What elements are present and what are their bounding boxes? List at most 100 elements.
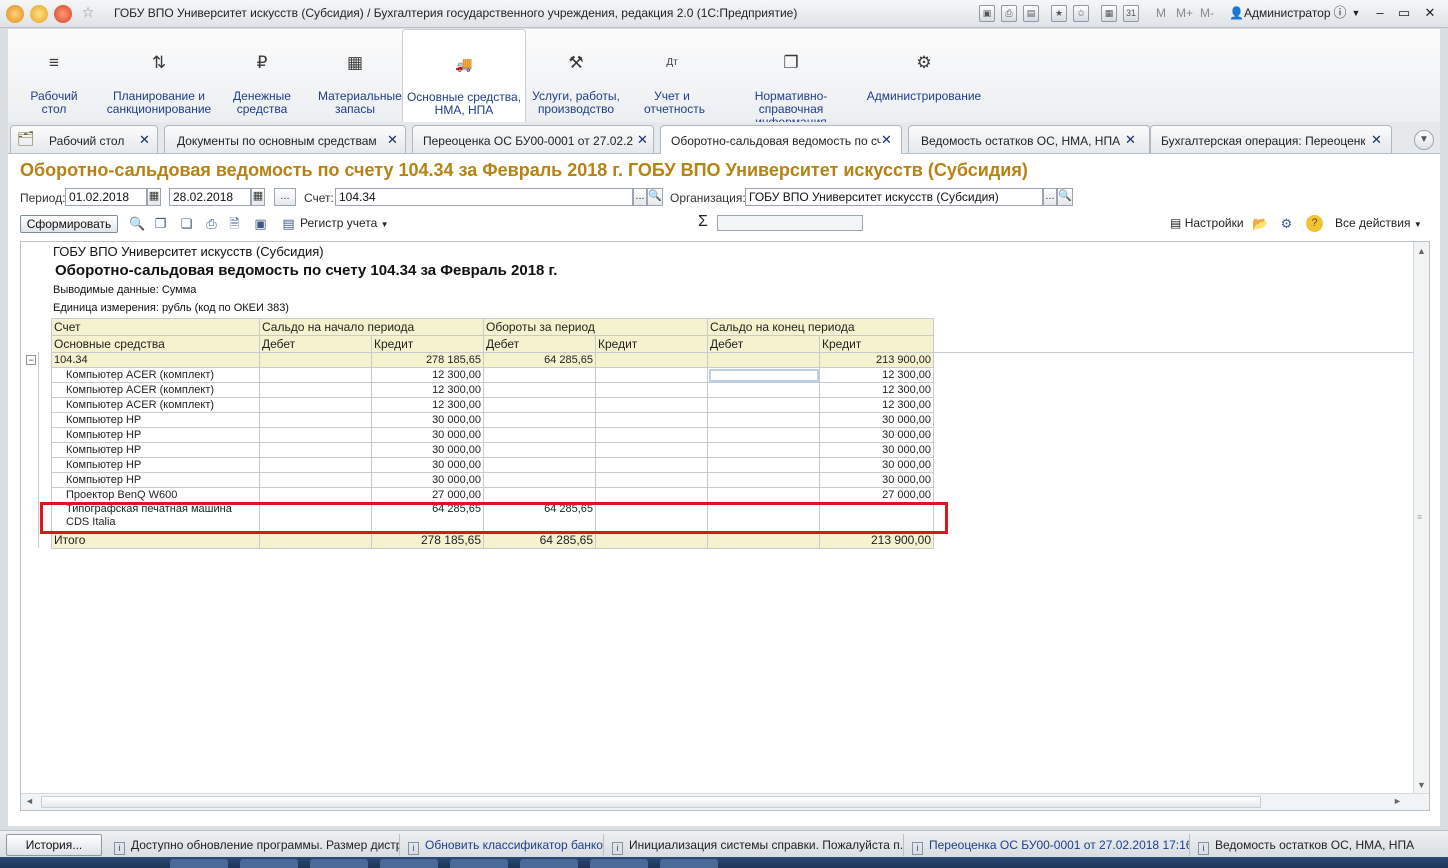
close-tab-icon[interactable]: ✕ [387,132,398,148]
close-tab-icon[interactable]: ✕ [139,132,150,148]
tab-accounting-operation[interactable]: Бухгалтерская операция: Переоценка... ✕ [1150,125,1392,153]
find-icon[interactable]: 🔍 [129,215,146,232]
tab-revaluation[interactable]: Переоценка ОС БУ00-0001 от 27.02.20... ✕ [412,125,654,153]
scroll-thumb-mark-icon[interactable]: ≡ [1417,512,1422,522]
tabs-more-chevron-icon[interactable]: ▼ [1414,130,1434,150]
info-menu-chevron-icon[interactable]: ▼ [1346,4,1366,22]
scroll-right-icon[interactable]: ► [1393,796,1402,806]
taskbar-item[interactable] [240,859,298,868]
calculator-icon[interactable]: ▦ [1101,5,1117,22]
vertical-scrollbar[interactable]: ▲ ≡ ▼ [1413,242,1429,794]
add-favorite-icon[interactable]: ★ [1051,5,1067,22]
register-dropdown[interactable]: Регистр учета ▼ [300,216,389,230]
memory-plus-button[interactable]: M+ [1176,6,1193,20]
app-logo-icon[interactable] [6,5,24,23]
table-row[interactable]: Компьютер ACER (комплект) 12 300,00 12 300… [51,397,935,413]
calendar-icon[interactable]: 31 [1123,5,1139,22]
print-icon[interactable]: ⎙ [203,215,220,232]
horizontal-scroll-thumb[interactable] [41,796,1261,808]
preview-icon[interactable]: ▤ [1023,5,1039,22]
date-to-input[interactable]: 28.02.2018 [169,188,251,206]
settings-button[interactable]: ▤ Настройки [1170,216,1244,230]
section-money[interactable]: ₽ Денежные средства [226,29,298,122]
table-row[interactable]: Компьютер ACER (комплект) 12 300,00 12 300… [51,382,935,398]
group-row[interactable]: 104.34 278 185,65 64 285,65 213 900,00 [51,352,935,368]
scroll-down-icon[interactable]: ▼ [1417,780,1426,790]
status-message[interactable]: i Инициализация системы справки. Пожалуйс… [608,834,904,856]
history-button[interactable]: История... [6,834,102,856]
section-planning[interactable]: ⇅ Планирование и санкционирование [104,29,214,122]
register-icon[interactable]: ▤ [280,215,297,232]
maximize-button[interactable]: ▭ [1394,4,1414,22]
organization-input[interactable]: ГОБУ ВПО Университет искусств (Субсидия) [745,188,1043,206]
close-tab-icon[interactable]: ✕ [1125,132,1136,148]
account-select-button[interactable]: ... [633,188,647,206]
close-tab-icon[interactable]: ✕ [1371,132,1382,148]
taskbar-item[interactable] [380,859,438,868]
calendar-picker-icon[interactable]: ▦ [147,188,161,206]
copy-icon[interactable]: ❐ [152,215,169,232]
total-row[interactable]: Итого 278 185,65 64 285,65 213 900,00 [51,532,935,549]
section-desktop[interactable]: ≡ Рабочий стол [18,29,90,122]
status-message[interactable]: i Переоценка ОС БУ00-0001 от 27.02.2018 1… [908,834,1190,856]
close-tab-icon[interactable]: ✕ [881,132,892,148]
status-message[interactable]: i Обновить классификатор банков [404,834,604,856]
help-icon[interactable]: ? [1306,215,1323,232]
save-icon[interactable]: ▣ [252,215,269,232]
tab-documents[interactable]: Документы по основным средствам ✕ [164,125,406,153]
taskbar-item[interactable] [660,859,718,868]
horizontal-scrollbar[interactable]: ◄ ► [21,793,1429,810]
period-select-button[interactable]: ... [274,188,296,206]
section-fixed-assets[interactable]: 🚚 Основные средства, НМА, НПА [402,29,526,122]
tab-asset-balance[interactable]: Ведомость остатков ОС, НМА, НПА ✕ [908,125,1150,153]
account-input[interactable]: 104.34 [335,188,633,206]
organization-select-button[interactable]: ... [1043,188,1057,206]
section-accounting[interactable]: Дт Учет и отчетность [636,29,708,122]
section-reference[interactable]: ❐ Нормативно-справочная информация [722,29,860,129]
current-user[interactable]: 👤Администратор [1229,6,1331,20]
generate-report-button[interactable]: Сформировать [20,215,118,233]
search-icon[interactable]: 🔍 [647,188,663,206]
scroll-up-icon[interactable]: ▲ [1417,246,1426,256]
print-preview-icon[interactable]: 🗎 [226,215,243,232]
save-icon[interactable]: ▣ [979,5,995,22]
taskbar-item[interactable] [310,859,368,868]
close-window-button[interactable]: ✕ [1420,4,1440,22]
collapse-group-icon[interactable]: − [26,355,36,365]
memory-m-button[interactable]: M [1156,6,1166,20]
scroll-left-icon[interactable]: ◄ [25,796,34,806]
taskbar-item[interactable] [590,859,648,868]
print-icon[interactable]: ⎙ [1001,5,1017,22]
table-row[interactable]: Компьютер HP 30 000,00 30 000,00 [51,442,935,458]
table-row[interactable]: Компьютер HP 30 000,00 30 000,00 [51,457,935,473]
status-message[interactable]: i Ведомость остатков ОС, НМА, НПА [1194,834,1434,856]
favorite-star-icon[interactable]: ☆ [80,5,96,22]
table-row[interactable]: Компьютер HP 30 000,00 30 000,00 [51,472,935,488]
close-tab-icon[interactable]: ✕ [637,132,648,148]
taskbar-item[interactable] [520,859,578,868]
menu-dropdown-icon[interactable] [30,5,48,23]
favorites-icon[interactable]: ✩ [1073,5,1089,22]
save-settings-icon[interactable]: ⚙ [1278,215,1295,232]
taskbar-item[interactable] [450,859,508,868]
close-circle-icon[interactable] [54,5,72,23]
all-actions-menu[interactable]: Все действия ▼ [1335,216,1422,230]
paste-icon[interactable]: ❏ [178,215,195,232]
taskbar-item[interactable] [170,859,228,868]
section-admin[interactable]: ⚙ Администрирование [866,29,982,122]
table-row[interactable]: Компьютер HP 30 000,00 30 000,00 [51,412,935,428]
table-row[interactable]: Компьютер HP 30 000,00 30 000,00 [51,427,935,443]
tab-desktop[interactable]: 🗂 Рабочий стол ✕ [10,125,158,153]
search-icon[interactable]: 🔍 [1057,188,1073,206]
table-row[interactable]: Компьютер ACER (комплект) 12 300,00 12 300… [51,367,935,383]
tab-turnover-sheet[interactable]: Оборотно-сальдовая ведомость по сч... ✕ [660,125,902,155]
section-materials[interactable]: ▦ Материальные запасы [312,29,402,122]
section-services[interactable]: ⚒ Услуги, работы, производство [530,29,622,122]
memory-minus-button[interactable]: M- [1200,6,1214,20]
date-from-input[interactable]: 01.02.2018 [65,188,147,206]
load-settings-icon[interactable]: 📂 [1252,215,1269,232]
minimize-button[interactable]: – [1370,4,1390,22]
status-message[interactable]: i Доступно обновление программы. Размер д… [110,834,400,856]
table-row[interactable]: Проектор BenQ W600 27 000,00 27 000,00 [51,487,935,503]
calendar-picker-icon[interactable]: ▦ [251,188,265,206]
